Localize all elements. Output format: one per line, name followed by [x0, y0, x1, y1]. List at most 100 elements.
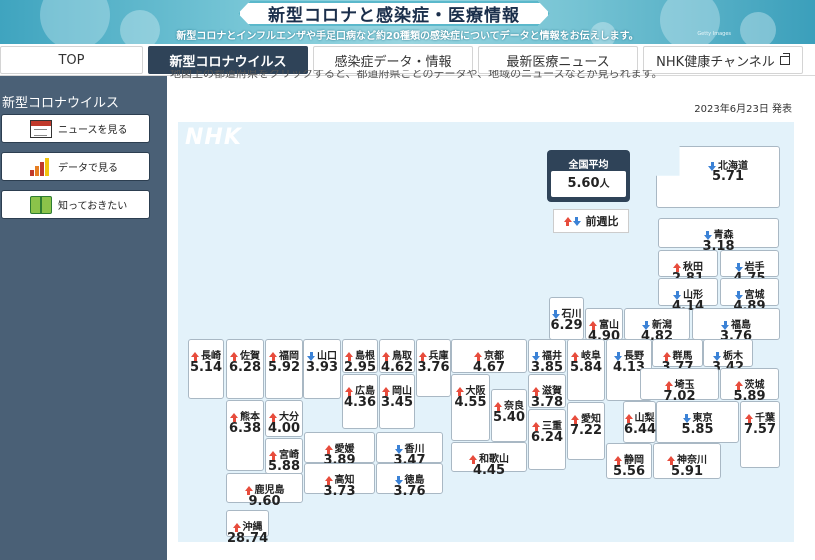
tab-label: 新型コロナウイルス — [169, 54, 287, 70]
prefecture-miyagi[interactable]: 宮城 4.89 — [720, 278, 779, 314]
prefecture-saga[interactable]: 佐賀 6.28 — [226, 339, 264, 399]
prefecture-kumamoto[interactable]: 熊本 6.38 — [226, 400, 264, 471]
legend-label: 前週比 — [585, 215, 619, 228]
prefecture-aomori[interactable]: 青森 3.18 — [658, 218, 779, 254]
tab-top[interactable]: TOP — [0, 46, 143, 74]
national-average-label: 全国平均 — [568, 160, 609, 171]
knowledge-button[interactable]: 知っておきたい — [1, 190, 150, 219]
prefecture-tokyo[interactable]: 東京 5.85 — [656, 401, 739, 443]
prefecture-yamanashi[interactable]: 山梨 6.44 — [623, 401, 656, 443]
arrow-up-icon — [230, 412, 238, 422]
prefecture-value: 4.00 — [267, 421, 301, 436]
arrow-up-icon — [662, 351, 671, 361]
prefecture-okinawa[interactable]: 沖縄 28.74 — [226, 510, 269, 546]
prefecture-niigata[interactable]: 新潟 4.82 — [624, 308, 690, 344]
bar-chart-icon — [30, 157, 52, 176]
prefecture-fukuoka[interactable]: 福岡 5.92 — [265, 339, 303, 399]
sidebar-title: 新型コロナウイルス — [2, 96, 120, 111]
prefecture-value: 7.57 — [743, 422, 777, 437]
newspaper-icon — [30, 119, 52, 138]
prefecture-value: 4.62 — [380, 360, 414, 375]
prefecture-value: 2.95 — [343, 360, 377, 375]
news-button-label: ニュースを見る — [58, 125, 128, 136]
arrow-down-icon — [572, 216, 581, 226]
arrow-up-icon — [269, 450, 277, 460]
publish-date: 2023年6月23日 発表 — [694, 104, 792, 115]
arrow-up-icon — [382, 351, 390, 361]
national-average-value: 5.60 — [567, 176, 600, 191]
news-button[interactable]: ニュースを見る — [1, 114, 150, 143]
national-average-box: 全国平均 5.60人 — [547, 150, 630, 202]
arrow-up-icon — [571, 414, 579, 424]
prefecture-kochi[interactable]: 高知 3.73 — [304, 463, 375, 499]
arrow-up-icon — [269, 351, 277, 361]
prefecture-osaka[interactable]: 大阪 4.55 — [451, 374, 490, 441]
prefecture-tochigi[interactable]: 栃木3.42 — [703, 339, 753, 375]
prefecture-value: 5.14 — [189, 360, 223, 375]
prefecture-akita[interactable]: 秋田2.81 — [658, 250, 718, 286]
prefecture-shizuoka[interactable]: 静岡 5.56 — [606, 443, 652, 479]
prefecture-gunma[interactable]: 群馬3.77 — [652, 339, 703, 375]
arrow-up-icon — [345, 351, 353, 361]
prefecture-yamagata[interactable]: 山形 4.14 — [658, 278, 718, 314]
prefecture-value: 4.67 — [472, 360, 506, 375]
prefecture-kanagawa[interactable]: 神奈川 5.91 — [653, 443, 721, 479]
prefecture-value: 3.85 — [530, 360, 564, 375]
arrow-up-icon — [345, 386, 353, 396]
arrow-up-icon — [664, 380, 673, 390]
arrow-up-icon — [624, 413, 633, 423]
instruction-text: 地図上の都道府県をクリックすると、都道府県ごとのデータや、地域のニュースなどが見… — [170, 70, 663, 80]
data-button[interactable]: データで見る — [1, 152, 150, 181]
site-title[interactable]: 新型コロナと感染症・医療情報 — [268, 1, 520, 26]
prefecture-value: 3.76 — [417, 360, 450, 375]
banner-title-box[interactable]: 新型コロナと感染症・医療情報 — [238, 1, 550, 26]
prefecture-value: 4.36 — [343, 395, 377, 410]
prefecture-value: 6.24 — [530, 430, 564, 445]
prefecture-yamaguchi[interactable]: 山口 3.93 — [303, 339, 341, 399]
arrow-up-icon — [571, 351, 579, 361]
prefecture-kyoto[interactable]: 京都 4.67 — [451, 339, 527, 375]
prefecture-nagasaki[interactable]: 長崎 5.14 — [188, 339, 224, 399]
prefecture-tokushima[interactable]: 徳島 3.76 — [376, 463, 443, 499]
prefecture-tottori[interactable]: 鳥取 4.62 — [379, 339, 415, 375]
prefecture-hiroshima[interactable]: 広島 4.36 — [342, 374, 378, 429]
arrow-up-icon — [667, 455, 675, 465]
prefecture-gifu[interactable]: 岐阜 5.84 — [567, 339, 605, 401]
prefecture-kagawa[interactable]: 香川 3.47 — [376, 432, 443, 468]
prefecture-oita[interactable]: 大分 4.00 — [265, 400, 303, 437]
tab-label: 感染症データ・情報 — [334, 54, 452, 70]
arrow-up-icon — [589, 320, 597, 330]
prefecture-value: 28.74 — [227, 531, 269, 546]
prefecture-okayama[interactable]: 岡山 3.45 — [379, 374, 415, 429]
prefecture-shiga[interactable]: 滋賀 3.78 — [528, 374, 566, 410]
national-average-value-box: 5.60人 — [551, 171, 626, 197]
prefecture-mie[interactable]: 三重 6.24 — [528, 409, 566, 470]
prefecture-fukui[interactable]: 福井 3.85 — [528, 339, 566, 375]
prefecture-kagoshima[interactable]: 鹿児島 9.60 — [226, 473, 303, 509]
prefecture-toyama[interactable]: 富山 4.90 — [585, 308, 623, 344]
prefecture-iwate[interactable]: 岩手4.75 — [720, 250, 779, 286]
prefecture-ehime[interactable]: 愛媛 3.89 — [304, 432, 375, 468]
prefecture-fukushima[interactable]: 福島 3.76 — [692, 308, 780, 344]
arrow-up-icon — [382, 386, 390, 396]
prefecture-saitama[interactable]: 埼玉 7.02 — [640, 368, 719, 404]
prefecture-hyogo[interactable]: 兵庫 3.76 — [416, 339, 451, 397]
arrow-up-icon — [455, 386, 464, 396]
prefecture-miyazaki[interactable]: 宮崎 5.88 — [265, 438, 303, 474]
prefecture-wakayama[interactable]: 和歌山 4.45 — [451, 442, 527, 478]
arrow-up-icon — [269, 412, 277, 422]
prefecture-ishikawa[interactable]: 石川 6.29 — [549, 297, 584, 340]
prefecture-chiba[interactable]: 千葉 7.57 — [740, 401, 780, 468]
prefecture-aichi[interactable]: 愛知 7.22 — [567, 402, 605, 460]
nhk-logo: NHK — [185, 125, 242, 150]
tab-label: NHK健康チャンネル — [656, 54, 775, 70]
prefecture-value: 5.85 — [681, 422, 714, 437]
arrow-up-icon — [244, 485, 253, 495]
tab-label: 最新医療ニュース — [506, 54, 610, 70]
prefecture-value: 5.88 — [267, 459, 301, 474]
prefecture-shimane[interactable]: 島根 2.95 — [342, 339, 378, 375]
site-subtitle: 新型コロナとインフルエンザや手足口病など約20種類の感染症についてデータと情報を… — [176, 31, 639, 42]
prefecture-nara[interactable]: 奈良 5.40 — [491, 389, 527, 442]
prefecture-ibaraki[interactable]: 茨城 5.89 — [720, 368, 779, 404]
arrow-up-icon — [324, 475, 333, 485]
